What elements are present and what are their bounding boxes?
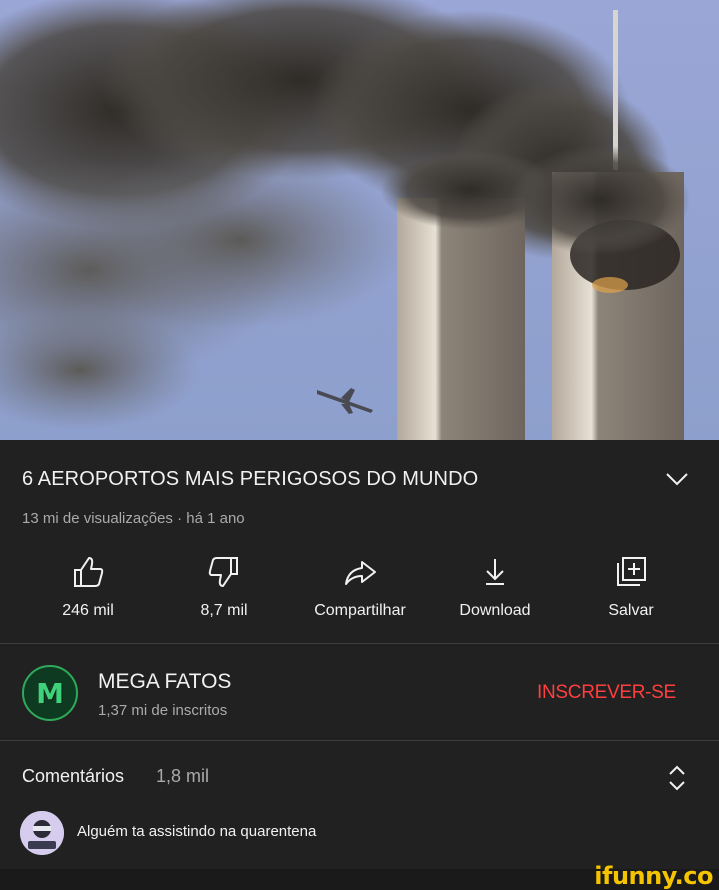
download-icon [486, 559, 504, 585]
channel-name[interactable]: MEGA FATOS [98, 670, 231, 694]
expand-collapse-icon[interactable] [664, 763, 690, 793]
dislike-button[interactable]: 8,7 mil [154, 548, 294, 624]
commenter-avatar[interactable] [20, 811, 64, 855]
save-label: Salvar [608, 602, 654, 619]
thumbs-down-icon [208, 557, 238, 587]
channel-avatar-letter: M [36, 677, 64, 710]
top-comment: Alguém ta assistindo na quarentena [77, 823, 317, 840]
share-label: Compartilhar [314, 602, 406, 619]
thumbs-up-icon [74, 557, 104, 587]
comments-label: Comentários [22, 766, 125, 786]
like-button[interactable]: 246 mil [18, 548, 158, 624]
share-button[interactable]: Compartilhar [290, 548, 430, 624]
download-button[interactable]: Download [425, 548, 565, 624]
download-label: Download [459, 602, 531, 619]
user-avatar-icon [20, 811, 64, 855]
watermark: ifunny.co [594, 862, 713, 890]
save-playlist-icon [617, 557, 646, 586]
video-player[interactable] [0, 0, 719, 440]
video-title[interactable]: 6 AEROPORTOS MAIS PERIGOSOS DO MUNDO [22, 468, 478, 491]
channel-row[interactable]: M MEGA FATOS 1,37 mi de inscritos INSCRE… [0, 644, 719, 740]
comments-section[interactable]: Comentários 1,8 mil Alguém ta assistindo… [0, 741, 719, 869]
video-info-panel: 6 AEROPORTOS MAIS PERIGOSOS DO MUNDO 13 … [0, 440, 719, 642]
channel-subscribers: 1,37 mi de inscritos [98, 702, 228, 719]
channel-avatar[interactable]: M [22, 665, 78, 721]
comments-count: 1,8 mil [156, 766, 210, 786]
chevron-down-icon[interactable] [664, 471, 690, 487]
video-thumbnail [0, 0, 719, 440]
video-meta: 13 mi de visualizações · há 1 ano [22, 510, 245, 527]
save-button[interactable]: Salvar [561, 548, 701, 624]
dislike-count: 8,7 mil [200, 602, 248, 619]
subscribe-button[interactable]: INSCREVER-SE [537, 682, 676, 704]
like-count: 246 mil [62, 602, 114, 619]
action-bar: 246 mil 8,7 mil Compartilhar Download Sa… [0, 548, 719, 624]
share-icon [345, 561, 376, 585]
